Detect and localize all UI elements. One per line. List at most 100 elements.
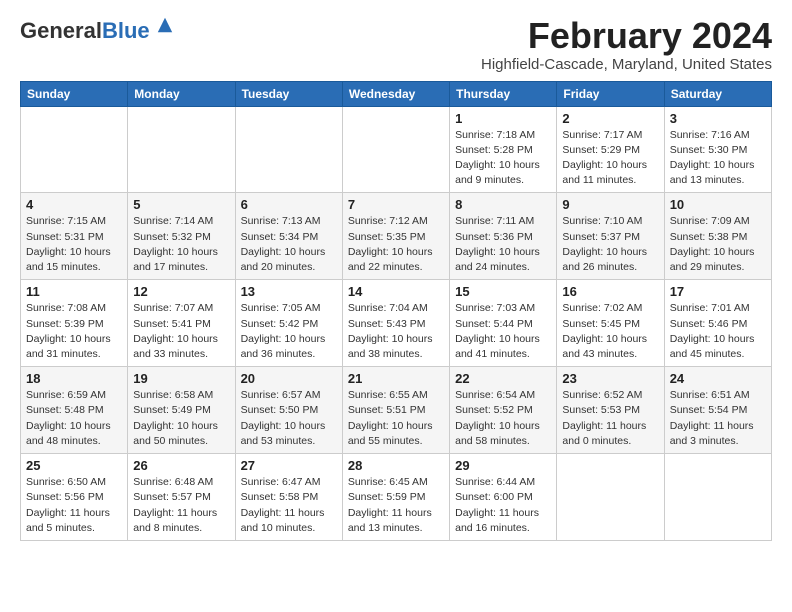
day-info: Sunrise: 7:02 AMSunset: 5:45 PMDaylight:… [562,301,658,362]
header-friday: Friday [557,81,664,106]
day-number: 2 [562,111,658,126]
day-number: 1 [455,111,551,126]
day-cell: 21 Sunrise: 6:55 AMSunset: 5:51 PMDayligh… [342,367,449,454]
day-cell [21,106,128,193]
day-info: Sunrise: 6:54 AMSunset: 5:52 PMDaylight:… [455,388,551,449]
day-info: Sunrise: 7:12 AMSunset: 5:35 PMDaylight:… [348,214,444,275]
day-cell: 20 Sunrise: 6:57 AMSunset: 5:50 PMDayligh… [235,367,342,454]
day-info: Sunrise: 7:09 AMSunset: 5:38 PMDaylight:… [670,214,766,275]
day-cell: 25 Sunrise: 6:50 AMSunset: 5:56 PMDayligh… [21,454,128,541]
day-cell: 15 Sunrise: 7:03 AMSunset: 5:44 PMDayligh… [450,280,557,367]
day-cell [557,454,664,541]
day-cell: 4Sunrise: 7:15 AMSunset: 5:31 PMDaylight… [21,193,128,280]
day-number: 12 [133,284,229,299]
day-info: Sunrise: 7:03 AMSunset: 5:44 PMDaylight:… [455,301,551,362]
header-monday: Monday [128,81,235,106]
day-cell: 7 Sunrise: 7:12 AMSunset: 5:35 PMDaylight… [342,193,449,280]
day-info: Sunrise: 6:47 AMSunset: 5:58 PMDaylight:… [241,475,337,536]
day-number: 25 [26,458,122,473]
logo-icon [156,16,174,34]
header-tuesday: Tuesday [235,81,342,106]
day-cell: 29 Sunrise: 6:44 AMSunset: 6:00 PMDayligh… [450,454,557,541]
day-number: 7 [348,197,444,212]
day-number: 20 [241,371,337,386]
calendar-header: SundayMondayTuesdayWednesdayThursdayFrid… [21,81,772,106]
day-info: Sunrise: 7:01 AMSunset: 5:46 PMDaylight:… [670,301,766,362]
header-thursday: Thursday [450,81,557,106]
day-number: 10 [670,197,766,212]
day-number: 15 [455,284,551,299]
day-number: 27 [241,458,337,473]
header-saturday: Saturday [664,81,771,106]
day-cell: 22 Sunrise: 6:54 AMSunset: 5:52 PMDayligh… [450,367,557,454]
day-cell: 3Sunrise: 7:16 AMSunset: 5:30 PMDaylight… [664,106,771,193]
week-row-1: 4Sunrise: 7:15 AMSunset: 5:31 PMDaylight… [21,193,772,280]
day-number: 28 [348,458,444,473]
day-info: Sunrise: 7:08 AMSunset: 5:39 PMDaylight:… [26,301,122,362]
header-wednesday: Wednesday [342,81,449,106]
day-cell: 14 Sunrise: 7:04 AMSunset: 5:43 PMDayligh… [342,280,449,367]
logo-general: General [20,18,102,43]
day-number: 18 [26,371,122,386]
day-number: 22 [455,371,551,386]
day-info: Sunrise: 6:48 AMSunset: 5:57 PMDaylight:… [133,475,229,536]
day-cell: 16Sunrise: 7:02 AMSunset: 5:45 PMDayligh… [557,280,664,367]
day-cell: 8Sunrise: 7:11 AMSunset: 5:36 PMDaylight… [450,193,557,280]
day-number: 5 [133,197,229,212]
day-info: Sunrise: 7:13 AMSunset: 5:34 PMDaylight:… [241,214,337,275]
day-cell [128,106,235,193]
day-info: Sunrise: 6:52 AMSunset: 5:53 PMDaylight:… [562,388,658,449]
day-info: Sunrise: 7:17 AMSunset: 5:29 PMDaylight:… [562,128,658,189]
day-number: 29 [455,458,551,473]
week-row-4: 25 Sunrise: 6:50 AMSunset: 5:56 PMDayligh… [21,454,772,541]
day-number: 19 [133,371,229,386]
logo-blue: Blue [102,18,150,43]
month-title: February 2024 [481,16,772,56]
calendar-body: 1Sunrise: 7:18 AMSunset: 5:28 PMDaylight… [21,106,772,540]
day-number: 11 [26,284,122,299]
header-sunday: Sunday [21,81,128,106]
day-cell: 11 Sunrise: 7:08 AMSunset: 5:39 PMDayligh… [21,280,128,367]
day-cell [664,454,771,541]
day-info: Sunrise: 7:05 AMSunset: 5:42 PMDaylight:… [241,301,337,362]
logo: GeneralBlue [20,20,174,43]
day-info: Sunrise: 7:04 AMSunset: 5:43 PMDaylight:… [348,301,444,362]
day-cell: 5 Sunrise: 7:14 AMSunset: 5:32 PMDaylight… [128,193,235,280]
day-number: 17 [670,284,766,299]
location-title: Highfield-Cascade, Maryland, United Stat… [481,56,772,73]
day-cell: 12Sunrise: 7:07 AMSunset: 5:41 PMDayligh… [128,280,235,367]
day-info: Sunrise: 6:55 AMSunset: 5:51 PMDaylight:… [348,388,444,449]
day-cell: 6Sunrise: 7:13 AMSunset: 5:34 PMDaylight… [235,193,342,280]
week-row-3: 18 Sunrise: 6:59 AMSunset: 5:48 PMDayligh… [21,367,772,454]
day-number: 14 [348,284,444,299]
day-info: Sunrise: 6:51 AMSunset: 5:54 PMDaylight:… [670,388,766,449]
day-cell [235,106,342,193]
day-number: 4 [26,197,122,212]
day-info: Sunrise: 6:59 AMSunset: 5:48 PMDaylight:… [26,388,122,449]
day-cell: 19 Sunrise: 6:58 AMSunset: 5:49 PMDayligh… [128,367,235,454]
day-number: 23 [562,371,658,386]
day-info: Sunrise: 6:58 AMSunset: 5:49 PMDaylight:… [133,388,229,449]
day-info: Sunrise: 6:44 AMSunset: 6:00 PMDaylight:… [455,475,551,536]
title-section: February 2024 Highfield-Cascade, Marylan… [481,16,772,73]
day-info: Sunrise: 6:57 AMSunset: 5:50 PMDaylight:… [241,388,337,449]
day-info: Sunrise: 7:14 AMSunset: 5:32 PMDaylight:… [133,214,229,275]
day-cell: 9Sunrise: 7:10 AMSunset: 5:37 PMDaylight… [557,193,664,280]
day-cell: 13 Sunrise: 7:05 AMSunset: 5:42 PMDayligh… [235,280,342,367]
day-cell: 27 Sunrise: 6:47 AMSunset: 5:58 PMDayligh… [235,454,342,541]
day-info: Sunrise: 6:50 AMSunset: 5:56 PMDaylight:… [26,475,122,536]
day-number: 24 [670,371,766,386]
day-info: Sunrise: 7:10 AMSunset: 5:37 PMDaylight:… [562,214,658,275]
day-number: 13 [241,284,337,299]
day-cell: 24 Sunrise: 6:51 AMSunset: 5:54 PMDayligh… [664,367,771,454]
day-cell [342,106,449,193]
day-info: Sunrise: 6:45 AMSunset: 5:59 PMDaylight:… [348,475,444,536]
day-cell: 2 Sunrise: 7:17 AMSunset: 5:29 PMDaylight… [557,106,664,193]
day-cell: 23 Sunrise: 6:52 AMSunset: 5:53 PMDayligh… [557,367,664,454]
day-number: 26 [133,458,229,473]
day-number: 8 [455,197,551,212]
header-row: SundayMondayTuesdayWednesdayThursdayFrid… [21,81,772,106]
day-cell: 17 Sunrise: 7:01 AMSunset: 5:46 PMDayligh… [664,280,771,367]
day-number: 21 [348,371,444,386]
day-info: Sunrise: 7:16 AMSunset: 5:30 PMDaylight:… [670,128,766,189]
